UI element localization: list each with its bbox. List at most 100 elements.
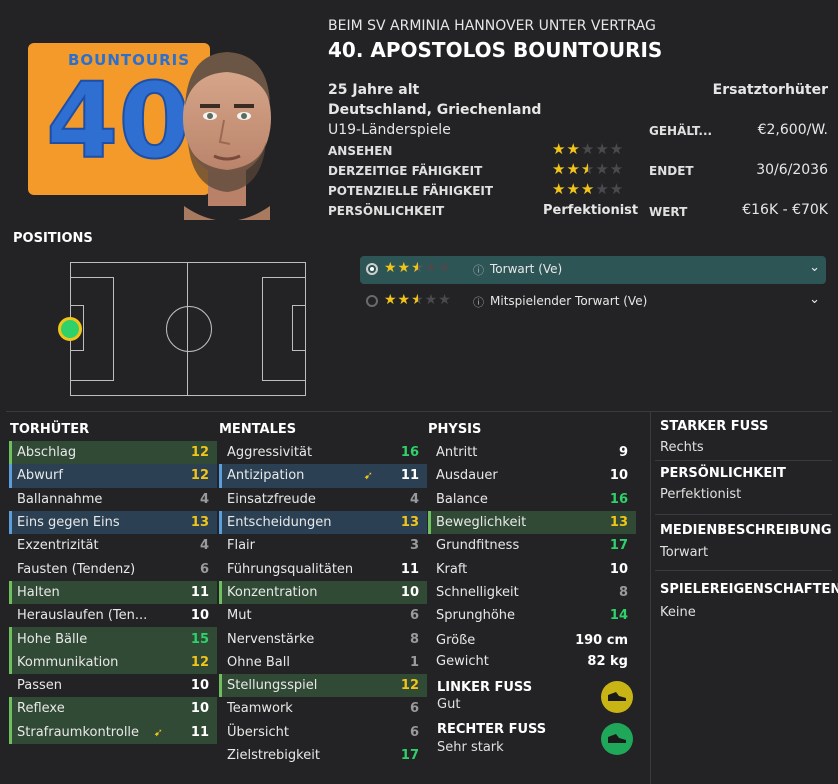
attribute-value: 10: [609, 468, 628, 484]
attribute-value: 6: [409, 724, 419, 740]
attribute-row[interactable]: Reflexe 10: [9, 697, 217, 721]
reputation-label: ANSEHEN: [328, 144, 393, 158]
attribute-row[interactable]: Halten 11: [9, 580, 217, 605]
goalkeeping-column: Abschlag 12 Abwurf 12 Ballannahme 4 Eins gegen…: [9, 441, 217, 745]
player-face-image: [183, 52, 271, 220]
attribute-row[interactable]: Stellungsspiel 12: [219, 673, 427, 698]
positions-title: POSITIONS: [13, 231, 93, 246]
attribute-name: Sprunghöhe: [436, 608, 516, 624]
potential-ability-label: POTENZIELLE FÄHIGKEIT: [328, 184, 494, 198]
attribute-name: Ballannahme: [17, 491, 103, 507]
attribute-row[interactable]: Schnelligkeit 8: [428, 581, 636, 604]
attribute-value: 6: [199, 561, 209, 577]
attribute-name: Eins gegen Eins: [17, 515, 120, 531]
attribute-name: Strafraumkontrolle: [17, 724, 140, 740]
goalkeeping-title: TORHÜTER: [10, 422, 90, 437]
attribute-row[interactable]: Exzentrizität 4: [9, 534, 217, 557]
attribute-row[interactable]: Abwurf 12: [9, 464, 217, 488]
age-text: 25 Jahre alt: [328, 82, 420, 98]
attribute-row[interactable]: Konzentration 10: [219, 580, 427, 605]
attribute-value: 11: [400, 468, 419, 484]
attribute-row[interactable]: Fausten (Tendenz) 6: [9, 557, 217, 580]
attribute-row[interactable]: Hohe Bälle 15: [9, 627, 217, 651]
attribute-row[interactable]: Strafraumkontrolle ➹ 11: [9, 720, 217, 745]
attribute-row[interactable]: Kommunikation 12: [9, 650, 217, 675]
attribute-name: Antizipation: [227, 468, 305, 484]
role-text: Ersatztorhüter: [712, 82, 828, 98]
attribute-row[interactable]: Mut 6: [219, 604, 427, 627]
left-foot-value: Gut: [437, 697, 461, 712]
radio-selected-icon[interactable]: [366, 263, 378, 275]
role-row-sweeper-keeper[interactable]: ★★★★★ ⓘ Mitspielender Torwart (Ve) ⌄: [360, 288, 826, 316]
attribute-row[interactable]: Teamwork 6: [219, 697, 427, 720]
attribute-value: 16: [400, 445, 419, 461]
attribute-value: 10: [190, 701, 209, 717]
attribute-name: Abschlag: [17, 445, 77, 461]
contract-end-label: ENDET: [649, 164, 694, 178]
role-name: Mitspielender Torwart (Ve): [490, 294, 648, 308]
attribute-name: Grundfitness: [436, 538, 520, 554]
value-value: €16K - €70K: [742, 202, 828, 218]
right-foot-title: RECHTER FUSS: [437, 722, 547, 737]
attribute-row[interactable]: Herauslaufen (Ten... 10: [9, 604, 217, 627]
mental-title: MENTALES: [219, 422, 297, 437]
height-row: Größe 190 cm: [428, 630, 636, 651]
attribute-row[interactable]: Abschlag 12: [9, 441, 217, 465]
attribute-row[interactable]: Balance 16: [428, 488, 636, 511]
attribute-row[interactable]: Nervenstärke 8: [219, 627, 427, 650]
role-stars: ★★★★★: [384, 260, 452, 276]
attribute-row[interactable]: Übersicht 6: [219, 721, 427, 744]
attribute-value: 13: [400, 515, 419, 531]
attribute-value: 1: [409, 654, 419, 670]
media-description-title: MEDIENBESCHREIBUNG: [660, 523, 832, 538]
attribute-name: Balance: [436, 491, 488, 507]
attribute-value: 11: [190, 584, 209, 600]
attribute-value: 12: [400, 678, 419, 694]
attribute-name: Ausdauer: [436, 468, 498, 484]
radio-unselected-icon[interactable]: [366, 295, 378, 307]
attribute-name: Herauslaufen (Ten...: [17, 608, 148, 624]
attribute-row[interactable]: Grundfitness 17: [428, 534, 636, 557]
player-traits-value: Keine: [660, 605, 696, 620]
attribute-name: Antritt: [436, 445, 478, 461]
role-row-goalkeeper[interactable]: ★★★★★ ⓘ Torwart (Ve) ⌄: [360, 256, 826, 284]
attribute-row[interactable]: Passen 10: [9, 674, 217, 697]
chevron-down-icon[interactable]: ⌄: [809, 260, 820, 275]
info-icon[interactable]: ⓘ: [473, 262, 484, 278]
attribute-row[interactable]: Flair 3: [219, 534, 427, 557]
attribute-row[interactable]: Entscheidungen 13: [219, 510, 427, 535]
role-name: Torwart (Ve): [490, 262, 563, 276]
attribute-row[interactable]: Kraft 10: [428, 557, 636, 580]
attribute-value: 6: [409, 608, 419, 624]
attribute-row[interactable]: Ballannahme 4: [9, 488, 217, 511]
attribute-row[interactable]: Antizipation ➹ 11: [219, 464, 427, 488]
attribute-row[interactable]: Ausdauer 10: [428, 464, 636, 487]
preferred-foot-value: Rechts: [660, 440, 704, 455]
attribute-row[interactable]: Antritt 9: [428, 441, 636, 464]
goalkeeper-position-marker[interactable]: [58, 317, 82, 341]
attribute-row[interactable]: Sprunghöhe 14: [428, 604, 636, 627]
attribute-name: Flair: [227, 538, 256, 554]
attribute-value: 10: [609, 561, 628, 577]
attribute-name: Aggressivität: [227, 445, 313, 461]
attribute-value: 15: [190, 631, 209, 647]
personality-side-value: Perfektionist: [660, 487, 742, 502]
attribute-row[interactable]: Ohne Ball 1: [219, 651, 427, 674]
attribute-name: Einsatzfreude: [227, 491, 316, 507]
size-block: Größe 190 cm Gewicht 82 kg: [428, 630, 636, 672]
attribute-row[interactable]: Eins gegen Eins 13: [9, 510, 217, 535]
chevron-down-icon[interactable]: ⌄: [809, 292, 820, 307]
attribute-row[interactable]: Beweglichkeit 13: [428, 510, 636, 535]
attribute-row[interactable]: Zielstrebigkeit 17: [219, 744, 427, 767]
attribute-value: 12: [190, 468, 209, 484]
mental-column: Aggressivität 16 Antizipation ➹ 11 Einsatzfre…: [219, 441, 427, 767]
contract-end-value: 30/6/2036: [756, 162, 828, 178]
wage-value: €2,600/W.: [757, 122, 828, 138]
info-icon[interactable]: ⓘ: [473, 294, 484, 310]
attribute-row[interactable]: Aggressivität 16: [219, 441, 427, 464]
attribute-row[interactable]: Führungsqualitäten 11: [219, 557, 427, 580]
attribute-value: 13: [190, 515, 209, 531]
attribute-value: 14: [609, 608, 628, 624]
height-label: Größe: [436, 633, 476, 648]
attribute-row[interactable]: Einsatzfreude 4: [219, 488, 427, 511]
